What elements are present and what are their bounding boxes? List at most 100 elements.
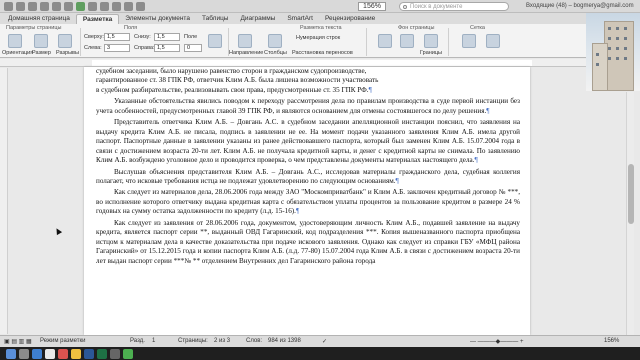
ribbon-separator [448, 28, 449, 56]
vertical-scrollbar[interactable] [626, 92, 634, 335]
window-shape [624, 57, 627, 60]
size-button[interactable]: Размер [32, 50, 51, 56]
doc-paragraph: Выслушав объяснения представителя Клим А… [96, 167, 520, 185]
text-direction-button[interactable]: Направление [229, 50, 263, 56]
tab-charts[interactable]: Диаграммы [234, 14, 281, 24]
borders-icon[interactable] [208, 34, 222, 48]
group-label-margins: Поля [124, 25, 138, 31]
vertical-ruler[interactable] [0, 68, 8, 334]
format-brush-icon[interactable] [76, 1, 85, 11]
pilcrow-icon: ¶ [486, 106, 490, 115]
pilcrow-icon: ¶ [295, 207, 300, 216]
breaks-button[interactable]: Разрывы [56, 50, 79, 56]
bottom-margin-input[interactable]: 1,5 [154, 33, 180, 41]
ruler-text-area [92, 60, 532, 66]
align-icon[interactable] [486, 34, 500, 48]
group-label-grid: Сетка [470, 25, 485, 31]
document-search-input[interactable]: Поиск в документе [399, 1, 509, 11]
word-icon[interactable] [84, 348, 94, 359]
new-document-icon[interactable] [4, 1, 13, 11]
right-margin-input[interactable]: 1,5 [154, 44, 180, 52]
hyphenation-button[interactable]: Расстановка переносов [292, 50, 353, 56]
print-icon[interactable] [40, 1, 49, 11]
building-photo [586, 13, 640, 91]
gutter-label: Поле [184, 34, 198, 40]
undo-icon[interactable] [52, 1, 61, 11]
zoom-select[interactable]: 156% [358, 1, 386, 11]
window-shape [624, 37, 627, 40]
status-section-label: Разд. [130, 338, 145, 344]
calendar-icon[interactable] [58, 348, 68, 359]
page-size-icon[interactable] [34, 34, 48, 48]
save-icon[interactable] [28, 1, 37, 11]
tab-document-elements[interactable]: Элементы документа [119, 14, 196, 24]
page-borders-icon[interactable] [424, 34, 438, 48]
paragraph-marks-icon[interactable] [124, 1, 133, 11]
tab-smartart[interactable]: SmartArt [281, 14, 319, 24]
ribbon-tabs: Домашняя страница Разметка Элементы доку… [0, 13, 640, 24]
text-direction-icon[interactable] [238, 34, 252, 48]
window-shape [616, 37, 619, 40]
excel-icon[interactable] [97, 348, 107, 359]
group-label-page-setup: Параметры страницы [6, 25, 62, 31]
doc-line: в судебном разбирательстве, реализовыват… [96, 85, 372, 94]
top-margin-label: Сверху: [84, 34, 104, 40]
window-shape [624, 27, 627, 30]
notes-icon[interactable] [71, 348, 81, 359]
window-shape [608, 37, 611, 40]
sidebar-icon[interactable] [112, 1, 121, 11]
building-shape [604, 21, 634, 91]
tab-tables[interactable]: Таблицы [196, 14, 235, 24]
document-body[interactable]: судебном заседании, было нарушено равенс… [96, 67, 520, 266]
ribbon-separator [80, 28, 81, 56]
quick-access-toolbar: 156% Поиск в документе Входящие (48) – b… [0, 0, 640, 13]
gutter-input[interactable]: 0 [184, 44, 202, 52]
gallery-icon[interactable] [136, 1, 145, 11]
columns-button[interactable]: Столбцы [264, 50, 287, 56]
orientation-icon[interactable] [8, 34, 22, 48]
left-margin-label: Слева: [84, 45, 102, 51]
launchpad-icon[interactable] [19, 348, 29, 359]
dock-bar [0, 347, 640, 360]
breaks-icon[interactable] [58, 34, 72, 48]
orientation-button[interactable]: Ориентация [2, 50, 33, 56]
line-numbers-button[interactable]: Нумерация строк [296, 35, 340, 41]
window-shape [596, 53, 599, 56]
messages-icon[interactable] [123, 348, 133, 359]
window-shape [608, 57, 611, 60]
mail-tab-title[interactable]: Входящие (48) – bogmerya@gmail.com [526, 3, 634, 9]
tab-review[interactable]: Рецензирование [319, 14, 381, 24]
document-page[interactable]: судебном заседании, было нарушено равенс… [84, 67, 530, 335]
left-margin-input[interactable]: 3 [104, 44, 130, 52]
horizontal-ruler[interactable] [0, 59, 586, 67]
window-shape [608, 47, 611, 50]
open-folder-icon[interactable] [16, 1, 25, 11]
redo-icon[interactable] [64, 1, 73, 11]
spellcheck-icon[interactable]: ✓ [322, 338, 327, 345]
scrollbar-thumb[interactable] [628, 164, 634, 224]
page-color-icon[interactable] [400, 34, 414, 48]
page-borders-button[interactable]: Границы [420, 50, 442, 56]
view-mode-icon[interactable]: ▣ ▤ ▥ ▦ [4, 338, 32, 345]
finder-icon[interactable] [6, 348, 16, 359]
pilcrow-icon: ¶ [395, 176, 399, 185]
window-shape [616, 47, 619, 50]
safari-icon[interactable] [32, 348, 42, 359]
doc-paragraph: Как следует из заявления от 28.06.2006 г… [96, 218, 520, 265]
zoom-slider[interactable]: — ———◆——— + [470, 338, 523, 345]
table-icon[interactable] [88, 1, 97, 11]
top-margin-input[interactable]: 1,5 [104, 33, 130, 41]
group-label-background: Фон страницы [398, 25, 435, 31]
ribbon-separator [366, 28, 367, 56]
columns-icon[interactable] [268, 34, 282, 48]
tab-home[interactable]: Домашняя страница [2, 14, 76, 24]
doc-line: судебном заседании, было нарушено равенс… [96, 67, 367, 75]
tab-layout[interactable]: Разметка [75, 14, 120, 24]
doc-paragraph: Как следует из материалов дела, 28.06.20… [96, 188, 520, 216]
window-shape [616, 57, 619, 60]
settings-icon[interactable] [110, 348, 120, 359]
mail-icon[interactable] [45, 348, 55, 359]
columns-icon[interactable] [100, 1, 109, 11]
grid-icon[interactable] [462, 34, 476, 48]
watermark-icon[interactable] [378, 34, 392, 48]
